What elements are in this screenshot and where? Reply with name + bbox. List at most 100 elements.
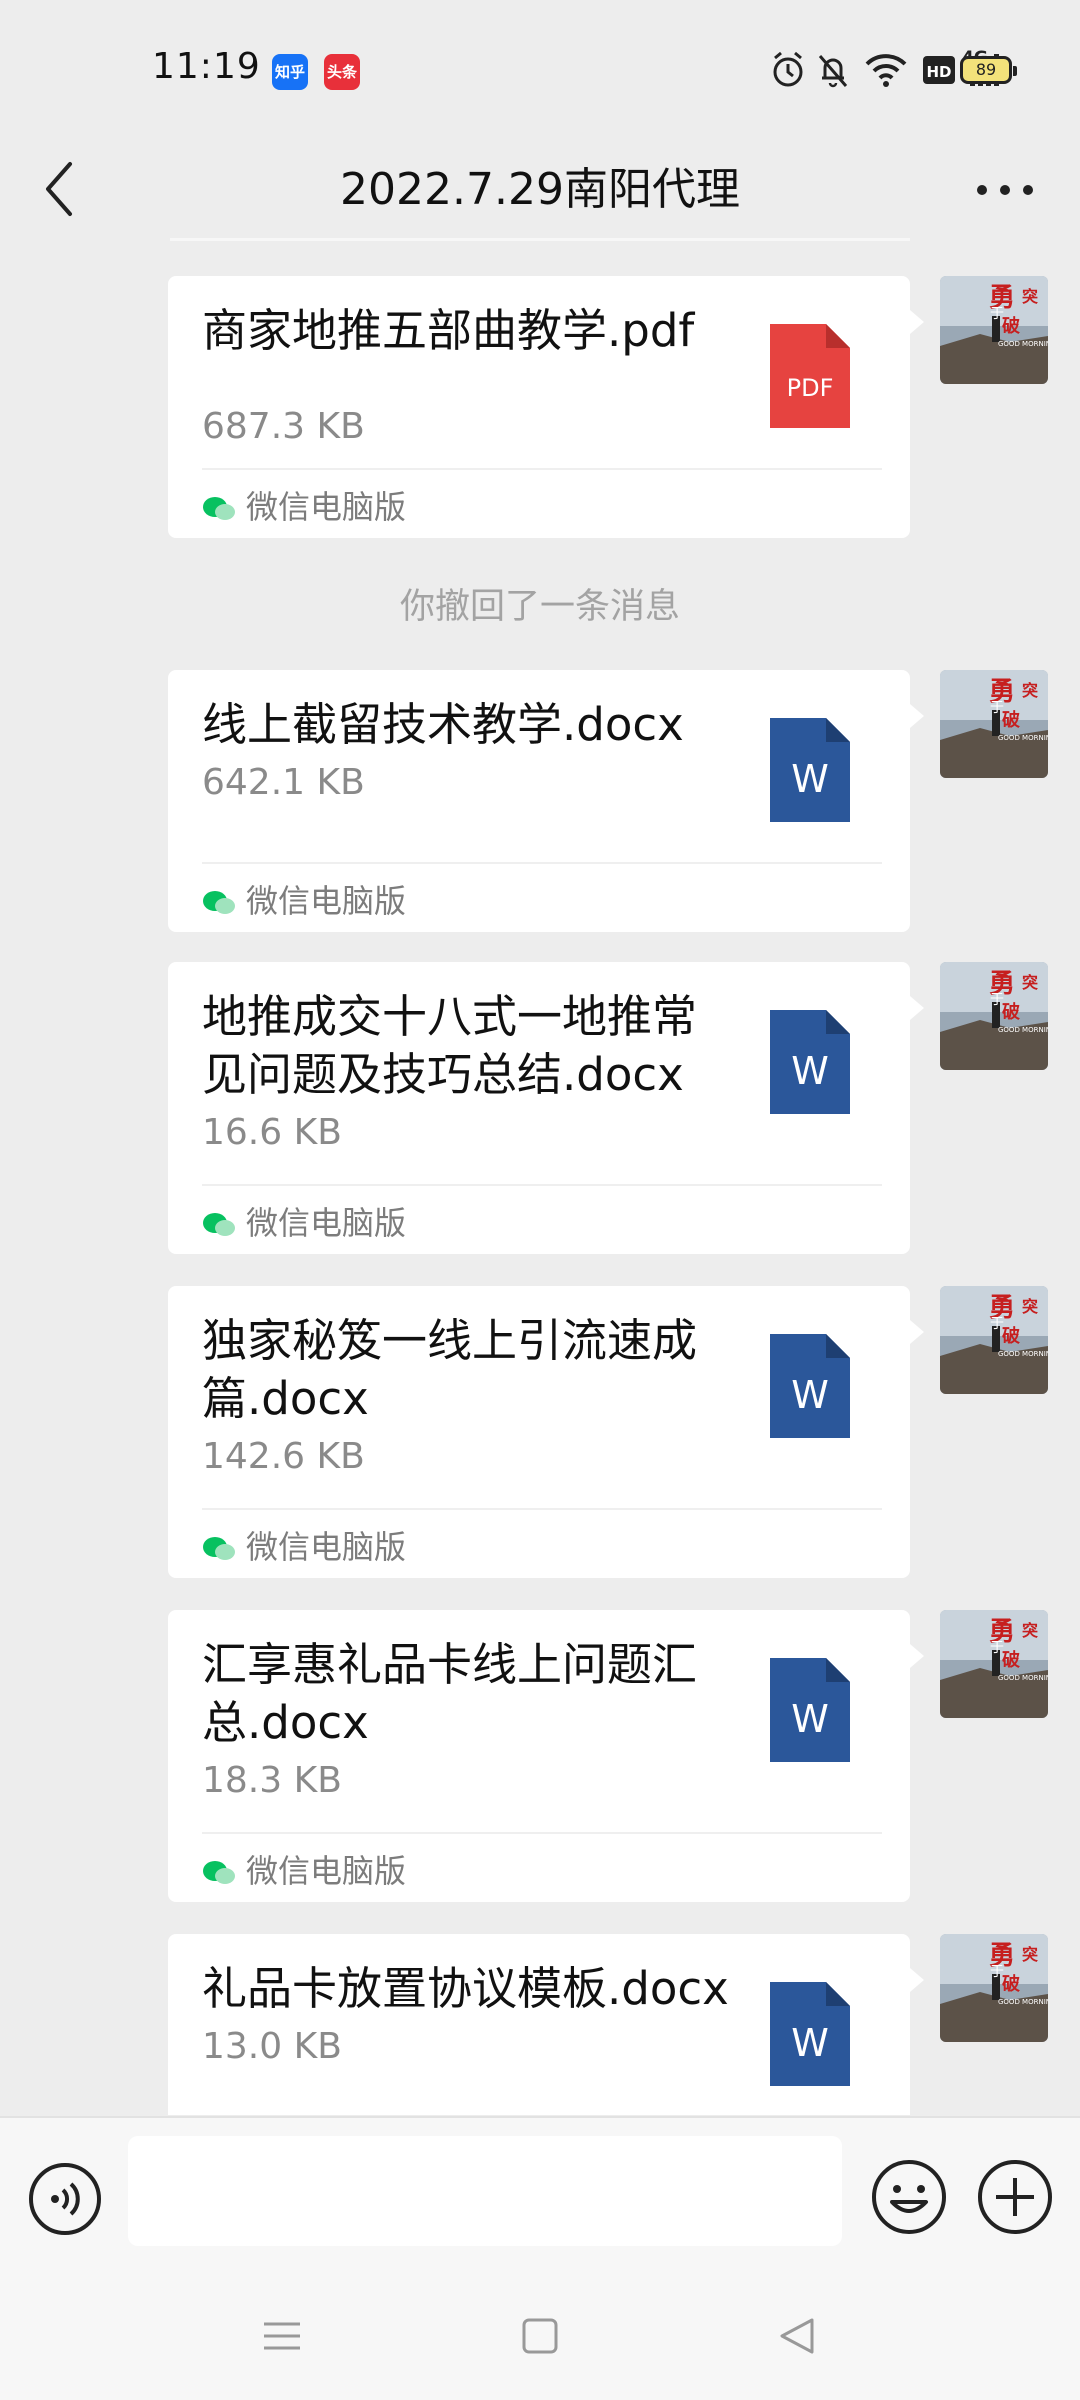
source-label: 微信电脑版: [202, 482, 406, 528]
file-size: 18.3 KB: [202, 1760, 342, 1801]
svg-text:突: 突: [1022, 973, 1038, 992]
svg-text:破: 破: [1002, 1649, 1020, 1671]
back-triangle-icon[interactable]: [768, 2306, 828, 2366]
file-message[interactable]: 礼品卡放置协议模板.docx 13.0 KB W: [168, 1934, 924, 2115]
avatar[interactable]: 勇 突 于 破 GOOD MORNING: [940, 962, 1048, 1070]
svg-text:破: 破: [1002, 315, 1020, 337]
message-input[interactable]: [128, 2136, 842, 2246]
svg-text:突: 突: [1022, 1297, 1038, 1316]
pdf-label: PDF: [787, 374, 834, 402]
file-size: 13.0 KB: [202, 2026, 342, 2067]
svg-text:GOOD MORNING: GOOD MORNING: [998, 340, 1048, 348]
source-label: 微信电脑版: [202, 876, 406, 922]
page-title: 2022.7.29南阳代理: [340, 164, 740, 215]
file-name: 独家秘笈一线上引流速成篇.docx: [202, 1314, 698, 1425]
mute-bell-icon: [818, 55, 848, 88]
status-time: 11:19: [152, 46, 261, 87]
wechat-icon: [203, 891, 235, 914]
svg-text:破: 破: [1002, 1973, 1020, 1995]
word-file-icon: W: [770, 1010, 850, 1114]
avatar[interactable]: 勇 突 于 破 GOOD MORNING: [940, 1934, 1048, 2042]
svg-text:W: W: [791, 1373, 829, 1417]
wechat-icon: [203, 1213, 235, 1236]
svg-text:GOOD MORNING: GOOD MORNING: [998, 1026, 1048, 1034]
card-divider: [202, 1184, 882, 1186]
svg-text:GOOD MORNING: GOOD MORNING: [998, 1350, 1048, 1358]
source-label: 微信电脑版: [202, 1522, 406, 1568]
svg-text:破: 破: [1002, 1001, 1020, 1023]
avatar[interactable]: 勇 突 于 破 GOOD MORNING: [940, 670, 1048, 778]
source-label: 微信电脑版: [202, 1198, 406, 1244]
file-size: 687.3 KB: [202, 406, 365, 447]
card-divider: [202, 1508, 882, 1510]
avatar[interactable]: 勇 突 于 破 GOOD MORNING: [940, 1610, 1048, 1718]
word-file-icon: W: [770, 718, 850, 822]
file-message[interactable]: 商家地推五部曲教学.pdf 687.3 KB PDF 微信电脑版: [168, 276, 924, 538]
file-message[interactable]: 地推成交十八式一地推常见问题及技巧总结.docx 16.6 KB W 微信电脑版: [168, 962, 924, 1254]
avatar-image: 勇 突 于 破 GOOD MORNING: [940, 1286, 1048, 1394]
source-text: 微信电脑版: [246, 1528, 407, 1566]
file-size: 142.6 KB: [202, 1436, 365, 1477]
file-name: 线上截留技术教学.docx: [202, 698, 684, 751]
alarm-icon: [773, 51, 803, 87]
wechat-icon: [203, 1861, 235, 1884]
status-bar: 11:19 知乎 头条 HD 4G: [0, 0, 1080, 140]
svg-text:W: W: [791, 1049, 829, 1093]
voice-icon[interactable]: [28, 2162, 102, 2236]
file-message[interactable]: 汇享惠礼品卡线上问题汇总.docx 18.3 KB W 微信电脑版: [168, 1610, 924, 1902]
wifi-icon: [865, 54, 907, 87]
file-size: 642.1 KB: [202, 762, 365, 803]
home-square-icon[interactable]: [510, 2306, 570, 2366]
svg-text:GOOD MORNING: GOOD MORNING: [998, 1998, 1048, 2006]
svg-text:突: 突: [1022, 1945, 1038, 1964]
avatar-image: 勇 突 于 破 GOOD MORNING: [940, 1934, 1048, 2042]
avatar[interactable]: 勇 突 于 破 GOOD MORNING: [940, 276, 1048, 384]
svg-text:GOOD MORNING: GOOD MORNING: [998, 734, 1048, 742]
file-name: 礼品卡放置协议模板.docx: [202, 1962, 729, 2015]
svg-text:突: 突: [1022, 681, 1038, 700]
status-icons: HD 4G 89: [680, 48, 1080, 94]
source-text: 微信电脑版: [246, 882, 407, 920]
svg-text:破: 破: [1002, 709, 1020, 731]
file-name: 商家地推五部曲教学.pdf: [202, 304, 695, 357]
svg-text:破: 破: [1002, 1325, 1020, 1347]
wechat-icon: [203, 497, 235, 520]
source-text: 微信电脑版: [246, 1204, 407, 1242]
file-message[interactable]: 独家秘笈一线上引流速成篇.docx 142.6 KB W 微信电脑版: [168, 1286, 924, 1578]
file-name: 汇享惠礼品卡线上问题汇总.docx: [202, 1638, 698, 1749]
pdf-file-icon: PDF: [770, 324, 850, 428]
more-dots-icon[interactable]: [970, 170, 1040, 210]
avatar-image: 勇 突 于 破 GOOD MORNING: [940, 670, 1048, 778]
avatar[interactable]: 勇 突 于 破 GOOD MORNING: [940, 1286, 1048, 1394]
chat-area[interactable]: 商家地推五部曲教学.pdf 687.3 KB PDF 微信电脑版 勇 突 于 破…: [0, 240, 1080, 2115]
source-label: 微信电脑版: [202, 1846, 406, 1892]
plus-icon[interactable]: [976, 2158, 1054, 2236]
word-file-icon: W: [770, 1658, 850, 1762]
card-divider: [202, 1832, 882, 1834]
svg-text:W: W: [791, 757, 829, 801]
card-divider: [202, 862, 882, 864]
svg-text:HD: HD: [926, 63, 951, 81]
source-text: 微信电脑版: [246, 1852, 407, 1890]
svg-text:W: W: [791, 2021, 829, 2065]
menu-icon[interactable]: [252, 2306, 312, 2366]
system-nav-bar: [0, 2276, 1080, 2400]
file-message[interactable]: 线上截留技术教学.docx 642.1 KB W 微信电脑版: [168, 670, 924, 932]
svg-text:突: 突: [1022, 1621, 1038, 1640]
chat-header: 2022.7.29南阳代理: [0, 140, 1080, 240]
word-file-icon: W: [770, 1982, 850, 2086]
avatar-image: 勇 突 于 破 GOOD MORNING: [940, 276, 1048, 384]
hd-icon: HD: [923, 56, 955, 84]
card-divider: [202, 468, 882, 470]
svg-text:W: W: [791, 1697, 829, 1741]
toutiao-badge-icon: 头条: [324, 54, 360, 90]
file-name: 地推成交十八式一地推常见问题及技巧总结.docx: [202, 990, 698, 1101]
wechat-icon: [203, 1537, 235, 1560]
emoji-icon[interactable]: [870, 2158, 948, 2236]
file-size: 16.6 KB: [202, 1112, 342, 1153]
svg-text:突: 突: [1022, 287, 1038, 306]
svg-text:GOOD MORNING: GOOD MORNING: [998, 1674, 1048, 1682]
word-file-icon: W: [770, 1334, 850, 1438]
avatar-image: 勇 突 于 破 GOOD MORNING: [940, 1610, 1048, 1718]
input-bar: [0, 2116, 1080, 2278]
